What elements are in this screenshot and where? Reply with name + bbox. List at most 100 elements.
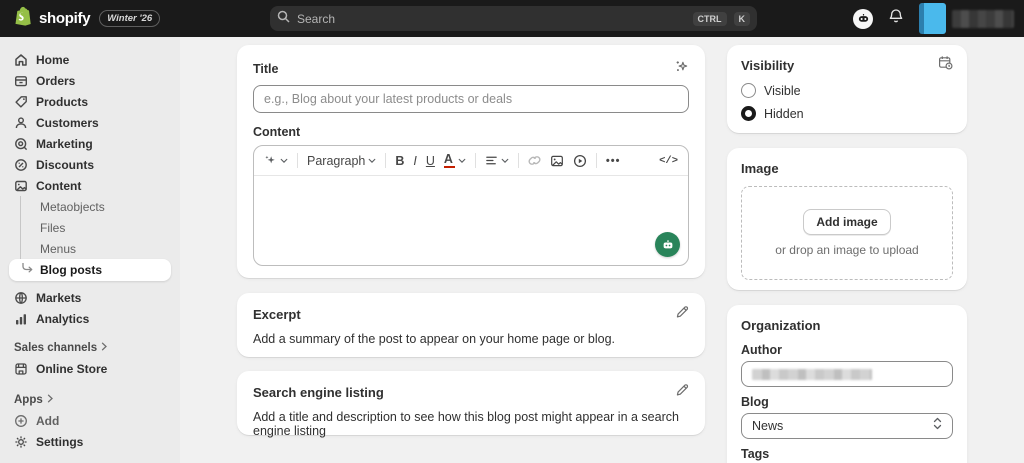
- drop-hint-text: or drop an image to upload: [775, 243, 919, 257]
- shortcut-k-key: K: [733, 11, 750, 26]
- analytics-bars-icon: [14, 312, 28, 326]
- global-search[interactable]: Search CTRL K: [270, 6, 757, 31]
- add-image-button[interactable]: Add image: [803, 209, 891, 235]
- sidebar-item-orders[interactable]: Orders: [0, 70, 180, 91]
- paragraph-style-dropdown[interactable]: Paragraph: [307, 154, 376, 168]
- image-dropzone[interactable]: Add image or drop an image to upload: [741, 186, 953, 280]
- tags-field-label: Tags: [741, 447, 770, 461]
- image-card-title: Image: [741, 161, 779, 176]
- sidebar-label: Add: [36, 413, 60, 428]
- section-header-label: Apps: [14, 393, 43, 406]
- sales-channels-section-header[interactable]: Sales channels: [0, 337, 180, 358]
- release-badge: Winter '26: [99, 10, 161, 27]
- sidebar-label: Analytics: [36, 311, 90, 326]
- account-menu[interactable]: [919, 0, 1014, 37]
- section-header-label: Sales channels: [14, 341, 98, 354]
- visibility-card-title: Visibility: [741, 57, 795, 73]
- sidekick-assistant-button[interactable]: [853, 8, 873, 29]
- text-color-button[interactable]: A: [443, 151, 466, 168]
- blog-select[interactable]: News: [741, 413, 953, 439]
- excerpt-card: Excerpt Add a summary of the post to app…: [237, 293, 705, 357]
- visibility-option-hidden[interactable]: Hidden: [741, 106, 953, 121]
- sidebar-item-files[interactable]: Files: [0, 217, 180, 238]
- title-field-label: Title: [253, 62, 279, 76]
- insert-link-button[interactable]: [528, 154, 541, 167]
- search-engine-listing-card: Search engine listing Add a title and de…: [237, 371, 705, 438]
- author-input[interactable]: [741, 361, 953, 387]
- content-editor-area[interactable]: [254, 176, 688, 265]
- sidebar-item-markets[interactable]: Markets: [0, 287, 180, 308]
- sidebar-item-marketing[interactable]: Marketing: [0, 133, 180, 154]
- title-content-card: Title Content Paragraph: [237, 45, 705, 278]
- alignment-button[interactable]: [485, 154, 509, 167]
- schedule-calendar-icon[interactable]: [938, 55, 953, 75]
- notifications-bell-icon[interactable]: [888, 8, 904, 29]
- sidebar-item-content[interactable]: Content: [0, 175, 180, 196]
- code-view-button[interactable]: </>: [659, 155, 678, 167]
- home-icon: [14, 53, 28, 67]
- tree-arrow-icon: [22, 261, 33, 278]
- shopify-logo[interactable]: shopify Winter '26: [14, 0, 161, 37]
- sidebar-item-menus[interactable]: Menus: [0, 238, 180, 259]
- sidebar-label: Settings: [36, 434, 84, 449]
- blog-field-label: Blog: [741, 395, 769, 409]
- toolbar-divider: [474, 153, 476, 168]
- sidebar-item-online-store[interactable]: Online Store: [0, 358, 180, 379]
- insert-image-button[interactable]: [550, 154, 564, 168]
- edit-pencil-icon[interactable]: [675, 305, 689, 324]
- sidebar-item-settings[interactable]: Settings: [0, 431, 180, 452]
- sidebar-label: Content: [36, 178, 82, 193]
- sidebar-item-products[interactable]: Products: [0, 91, 180, 112]
- page-content: Title Content Paragraph: [180, 37, 1024, 463]
- products-tag-icon: [14, 95, 28, 109]
- customers-icon: [14, 116, 28, 130]
- discounts-icon: [14, 158, 28, 172]
- sidekick-ai-button[interactable]: [655, 232, 680, 257]
- underline-button[interactable]: U: [426, 154, 435, 168]
- sidebar-label: Markets: [36, 290, 82, 305]
- sidebar-navigation: Home Orders Products Customers Marketing…: [0, 37, 180, 463]
- sidebar-item-analytics[interactable]: Analytics: [0, 308, 180, 329]
- sidebar-item-add-app[interactable]: Add: [0, 410, 180, 431]
- sidebar-sublabel: Menus: [40, 241, 77, 256]
- settings-gear-icon: [14, 435, 28, 449]
- toolbar-divider: [517, 153, 519, 168]
- visibility-option-visible[interactable]: Visible: [741, 83, 953, 98]
- text-color-swatch: [443, 165, 455, 168]
- edit-pencil-icon[interactable]: [675, 383, 689, 402]
- seo-card-title: Search engine listing: [253, 385, 384, 400]
- seo-description: Add a title and description to see how t…: [253, 410, 679, 438]
- text-color-letter: A: [443, 151, 453, 166]
- italic-button[interactable]: I: [413, 154, 416, 168]
- sidebar-item-customers[interactable]: Customers: [0, 112, 180, 133]
- magic-sparkle-icon[interactable]: [674, 59, 689, 79]
- toolbar-divider: [385, 153, 387, 168]
- ai-magic-button[interactable]: [264, 154, 288, 167]
- sidebar-label: Customers: [36, 115, 99, 130]
- sidebar-item-home[interactable]: Home: [0, 49, 180, 70]
- apps-section-header[interactable]: Apps: [0, 389, 180, 410]
- bold-button[interactable]: B: [395, 154, 404, 168]
- add-circle-icon: [14, 414, 28, 428]
- shopify-admin-window: shopify Winter '26 Search CTRL K Home Or…: [0, 0, 1024, 463]
- shopify-wordmark: shopify: [39, 10, 91, 27]
- top-bar: shopify Winter '26 Search CTRL K: [0, 0, 1024, 37]
- sidebar-item-metaobjects[interactable]: Metaobjects: [0, 196, 180, 217]
- toolbar-divider: [595, 153, 597, 168]
- search-icon: [277, 10, 290, 28]
- excerpt-description: Add a summary of the post to appear on y…: [253, 332, 616, 346]
- title-input[interactable]: [253, 85, 689, 113]
- user-avatar: [919, 3, 946, 34]
- blog-select-value: News: [752, 419, 784, 433]
- more-options-button[interactable]: •••: [606, 155, 621, 167]
- shopify-bag-icon: [14, 6, 32, 31]
- visibility-card: Visibility Visible Hidden: [727, 45, 967, 133]
- sidebar-label: Discounts: [36, 157, 95, 172]
- chevron-right-icon: [101, 342, 108, 354]
- shortcut-ctrl-key: CTRL: [692, 11, 727, 26]
- sidebar-item-discounts[interactable]: Discounts: [0, 154, 180, 175]
- image-card: Image Add image or drop an image to uplo…: [727, 148, 967, 290]
- sidebar-item-blog-posts-selected[interactable]: Blog posts: [9, 259, 171, 281]
- author-value-redacted: [752, 368, 872, 380]
- insert-video-button[interactable]: [573, 154, 587, 168]
